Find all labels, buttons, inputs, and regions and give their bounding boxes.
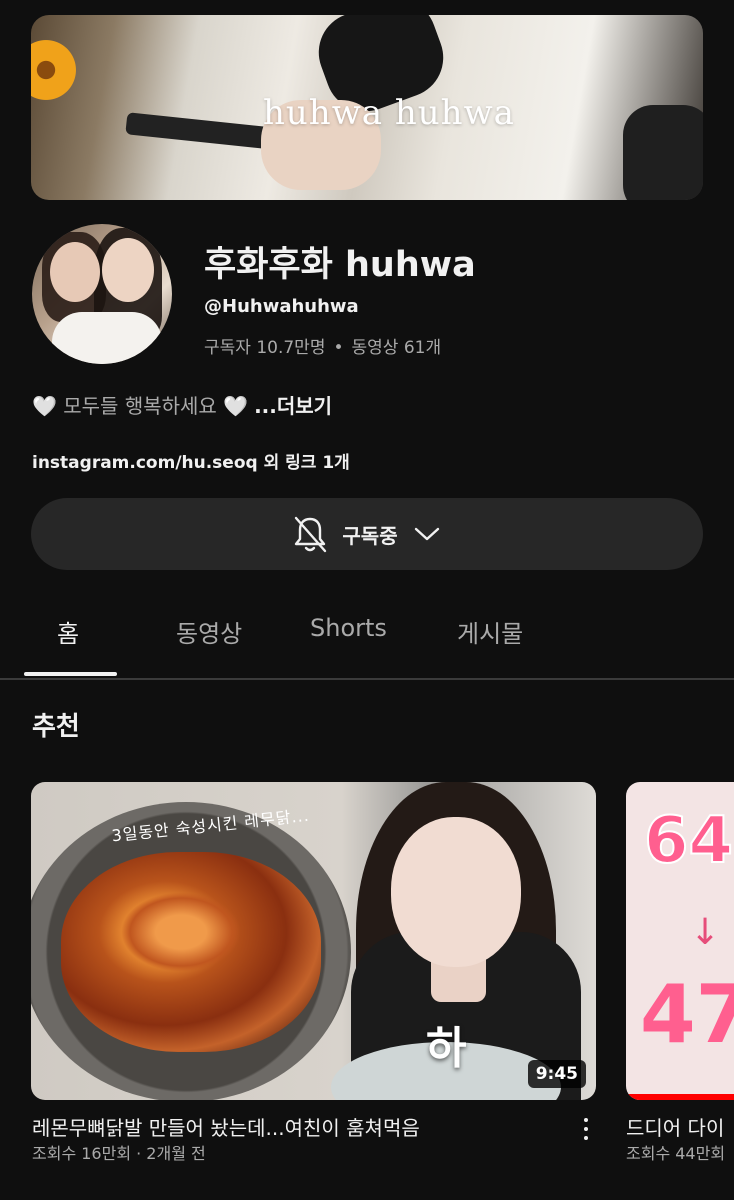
video-meta: 조회수 16만회 · 2개월 전 (32, 1144, 206, 1163)
channel-handle: @Huhwahuhwa (204, 296, 359, 317)
section-title: 추천 (32, 712, 80, 742)
thumbnail-food-highlight (121, 892, 241, 972)
more-link[interactable]: ...더보기 (254, 394, 332, 418)
thumbnail-person-face (391, 817, 521, 967)
active-tab-indicator (24, 672, 117, 676)
banner-title: huhwa huhwa (263, 93, 515, 133)
stats-separator: • (333, 338, 344, 358)
watch-progress-bar (626, 1094, 734, 1100)
duration-badge: 9:45 (527, 1060, 586, 1088)
channel-description[interactable]: 🤍 모두들 행복하세요 🤍 ...더보기 (32, 390, 332, 419)
channel-links[interactable]: instagram.com/hu.seoq 외 링크 1개 (32, 448, 350, 473)
avatar-face-right (102, 238, 154, 302)
channel-tabs: 홈 동영상 Shorts 게시물 (0, 600, 734, 680)
subscribed-button[interactable]: 구독중 (31, 498, 703, 570)
video-count: 동영상 61개 (351, 338, 442, 358)
channel-stats: 구독자 10.7만명 • 동영상 61개 (204, 333, 441, 358)
thumbnail-text-bottom: 47 (640, 968, 734, 1061)
chevron-down-icon (412, 524, 442, 544)
channel-name: 후화후화 huhwa (204, 245, 476, 285)
avatar-face-left (50, 242, 100, 302)
thumbnail-caption: 하 (426, 1023, 467, 1074)
tab-videos[interactable]: 동영상 (176, 614, 242, 649)
tab-home[interactable]: 홈 (57, 614, 79, 649)
flower-decoration (31, 35, 81, 105)
thumbnail-text-top: 64 (643, 803, 734, 879)
subscribed-label: 구독중 (342, 523, 398, 548)
video-thumbnail[interactable]: 64 ↓ 47 (626, 782, 734, 1100)
channel-avatar[interactable] (32, 224, 172, 364)
subscriber-count: 구독자 10.7만명 (204, 338, 326, 358)
video-title[interactable]: 드디어 다이 (626, 1112, 724, 1141)
bell-off-icon (292, 514, 328, 554)
tab-shorts[interactable]: Shorts (310, 614, 387, 642)
tab-posts[interactable]: 게시물 (457, 614, 523, 649)
video-title[interactable]: 레몬무뼈닭발 만들어 놨는데...여친이 훔쳐먹음 (32, 1112, 420, 1141)
more-options-icon[interactable] (578, 1118, 594, 1148)
banner-bag (623, 105, 703, 200)
avatar-shirt (52, 312, 162, 364)
down-arrow-icon: ↓ (690, 912, 721, 953)
description-text: 🤍 모두들 행복하세요 🤍 (32, 394, 249, 418)
banner-belt (125, 112, 277, 150)
channel-banner: huhwa huhwa (31, 15, 703, 200)
video-meta: 조회수 44만회 (626, 1144, 726, 1163)
video-thumbnail[interactable]: 3일동안 숙성시킨 레무닭... 하 9:45 (31, 782, 596, 1100)
